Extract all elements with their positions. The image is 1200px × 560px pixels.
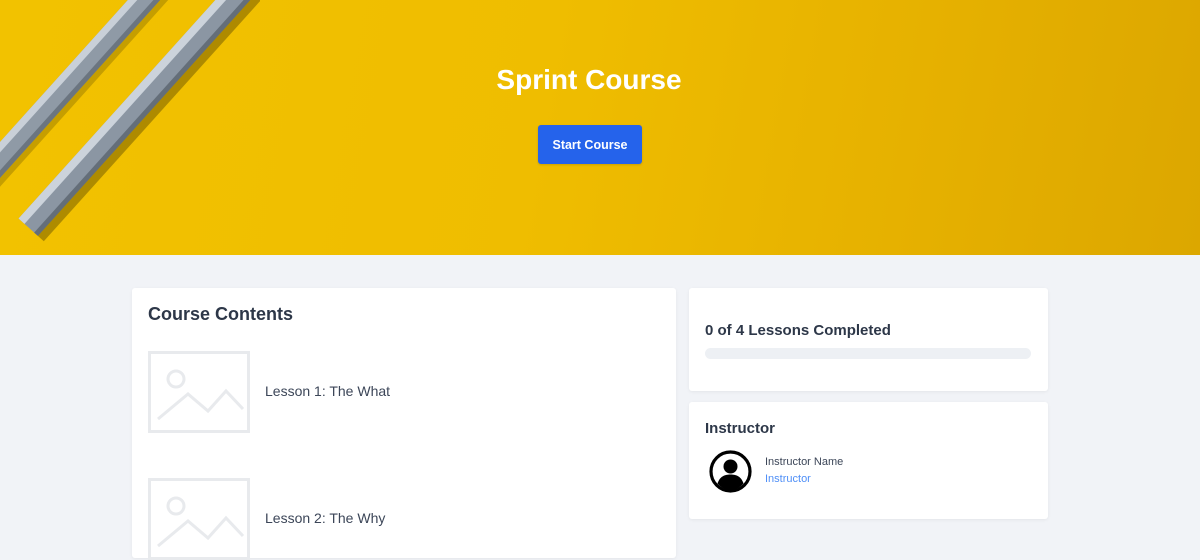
course-hero: Sprint Course Start Course (0, 0, 1200, 255)
lesson-title: Lesson 2: The Why (265, 510, 386, 526)
lesson-item[interactable]: Lesson 2: The Why (148, 478, 648, 560)
instructor-name: Instructor Name (765, 456, 844, 468)
image-placeholder-icon (148, 478, 250, 560)
progress-bar (705, 348, 1031, 359)
lessons-completed-text: 0 of 4 Lessons Completed (705, 322, 891, 339)
image-placeholder-icon (148, 351, 250, 433)
lesson-title: Lesson 1: The What (265, 383, 391, 399)
start-course-button[interactable]: Start Course (538, 125, 642, 164)
instructor-role-link[interactable]: Instructor (765, 473, 811, 485)
progress-panel: 0 of 4 Lessons Completed (689, 288, 1048, 391)
pencils-image (0, 0, 260, 242)
instructor-panel: Instructor Instructor Name Instructor (689, 402, 1048, 519)
lesson-item[interactable]: Lesson 1: The What (148, 351, 648, 433)
user-circle-icon (709, 450, 752, 493)
course-contents-panel: Course Contents Lesson 1: The What Lesso… (132, 288, 676, 560)
course-contents-heading: Course Contents (148, 304, 294, 324)
instructor-heading: Instructor (705, 420, 776, 437)
course-title: Sprint Course (496, 64, 682, 95)
